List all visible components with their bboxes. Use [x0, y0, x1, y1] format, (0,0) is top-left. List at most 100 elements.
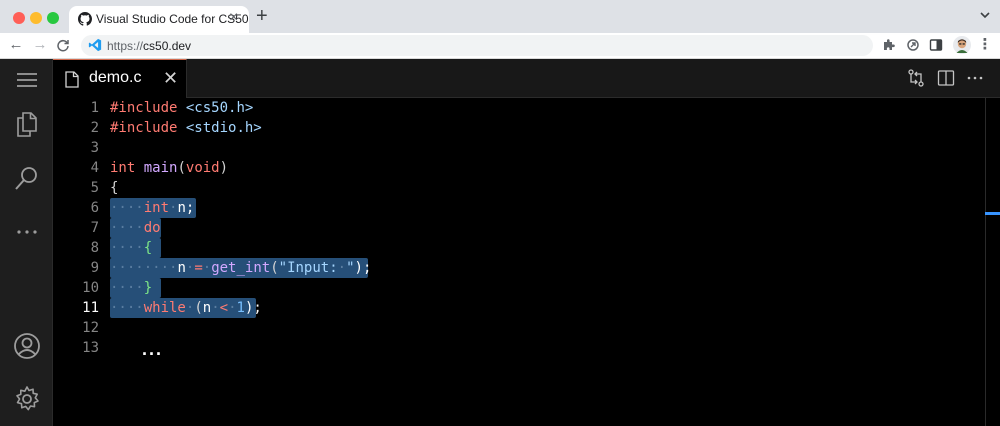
line-number: 12 — [82, 320, 99, 336]
back-button[interactable]: ← — [7, 36, 25, 54]
line-number: 7 — [90, 220, 99, 236]
type-keyword: int — [143, 200, 170, 216]
whitespace-marker: ···· — [110, 280, 144, 296]
line-number: 6 — [90, 200, 99, 216]
function-name: main — [143, 160, 178, 176]
operator: = — [194, 260, 203, 276]
code-line-10: ····} — [110, 278, 152, 298]
editor-tab-label: demo.c — [89, 69, 142, 86]
close-window-button[interactable] — [13, 12, 25, 24]
operator: < — [219, 300, 229, 316]
new-tab-button[interactable]: + — [256, 6, 268, 26]
file-icon — [65, 71, 79, 88]
whitespace-marker: ···· — [110, 240, 144, 256]
whitespace-marker: · — [228, 300, 237, 316]
chevron-down-icon[interactable] — [978, 8, 992, 22]
split-editor-icon[interactable] — [936, 68, 956, 88]
browser-toolbar: ← → https://cs50.dev ⋮ — [0, 33, 1000, 59]
avatar[interactable] — [953, 36, 971, 54]
address-bar[interactable]: https://cs50.dev — [81, 35, 873, 56]
paren: ( — [177, 160, 186, 176]
line-number: 8 — [90, 240, 99, 256]
punctuation: ); — [244, 300, 262, 316]
code-line-1: #include <cs50.h> — [110, 98, 253, 118]
string-literal: "Input: — [278, 260, 338, 276]
brace: } — [143, 280, 153, 296]
type-keyword: int — [110, 160, 136, 176]
account-icon[interactable] — [12, 331, 42, 361]
close-icon[interactable]: ✕ — [163, 68, 178, 89]
activity-bar — [0, 59, 53, 426]
line-number: 4 — [90, 160, 99, 176]
code-line-4: int main(void) — [110, 158, 228, 178]
browser-tab[interactable]: Visual Studio Code for CS50 × — [69, 6, 249, 33]
zoom-window-button[interactable] — [47, 12, 59, 24]
paren: ( — [194, 300, 203, 316]
whitespace-marker: ········ — [110, 260, 178, 276]
scrollbar-track[interactable] — [985, 98, 986, 426]
identifier: n — [177, 260, 186, 276]
github-icon — [78, 12, 92, 26]
search-icon[interactable] — [12, 163, 42, 193]
gear-icon[interactable] — [12, 384, 42, 414]
code-line-2: #include <stdio.h> — [110, 118, 262, 138]
explorer-icon[interactable] — [12, 109, 42, 139]
more-menu-button[interactable]: ⋮ — [976, 36, 994, 54]
url-scheme: https:// — [107, 39, 144, 53]
keyword: do — [143, 220, 161, 236]
line-number: 3 — [90, 140, 99, 156]
keyword: while — [143, 300, 186, 316]
string-literal: " — [346, 260, 355, 276]
side-panel-icon[interactable] — [929, 38, 943, 52]
open-changes-icon[interactable] — [906, 68, 926, 88]
number-literal: 1 — [236, 300, 245, 316]
identifier: n — [202, 300, 212, 316]
code-line-7: ····do — [110, 218, 161, 238]
line-number: 13 — [82, 340, 99, 356]
line-number: 9 — [90, 260, 99, 276]
identifier: n; — [177, 200, 195, 216]
more-views-icon[interactable] — [12, 217, 42, 247]
paren: ) — [219, 160, 229, 176]
puzzle-icon[interactable] — [882, 38, 896, 52]
whitespace-marker: · — [202, 260, 212, 276]
brace: { — [110, 180, 119, 196]
line-number: 10 — [82, 280, 99, 296]
code-editor[interactable]: 1 2 3 4 5 6 7 8 9 10 11 12 13 #include <… — [53, 98, 1000, 426]
ellipsis: ... — [142, 339, 164, 359]
whitespace-marker: · — [337, 260, 347, 276]
line-number: 2 — [90, 120, 99, 136]
type-keyword: void — [185, 160, 220, 176]
whitespace-marker: ···· — [110, 300, 144, 316]
function-name: get_int — [211, 260, 271, 276]
paren: ( — [270, 260, 279, 276]
code-line-5: { — [110, 178, 118, 198]
url-host: cs50.dev — [143, 39, 192, 53]
minimize-window-button[interactable] — [30, 12, 42, 24]
more-actions-icon[interactable] — [965, 68, 985, 88]
url-text: https://cs50.dev — [107, 39, 191, 53]
preprocessor-directive: #include — [110, 120, 178, 136]
code-line-8: ····{ — [110, 238, 152, 258]
browser-tab-title: Visual Studio Code for CS50 — [96, 12, 249, 26]
editor-tab-demo-c[interactable]: demo.c ✕ — [53, 59, 187, 98]
menu-icon[interactable] — [12, 65, 42, 95]
line-number: 1 — [90, 100, 99, 116]
browser-tab-strip: Visual Studio Code for CS50 × + — [0, 0, 1000, 33]
editor-tabs-bar: demo.c ✕ — [53, 59, 1000, 98]
vscode-icon — [88, 38, 102, 52]
brace: { — [143, 240, 153, 256]
punctuation: ); — [354, 260, 372, 276]
reload-icon[interactable] — [56, 38, 70, 52]
include-header: <stdio.h> — [185, 120, 262, 136]
scrollbar-marker[interactable] — [985, 212, 1000, 215]
extension-icon[interactable] — [906, 38, 920, 52]
line-number-active: 11 — [82, 300, 99, 316]
forward-button[interactable]: → — [31, 36, 49, 54]
whitespace-marker: · — [211, 300, 220, 316]
line-number: 5 — [90, 180, 99, 196]
code-line-6: ····int·n; — [110, 198, 194, 218]
code-line-11: ····while·(n·<·1); — [110, 298, 262, 318]
include-header: <cs50.h> — [185, 100, 254, 116]
browser-tab-close-button[interactable]: × — [229, 9, 238, 27]
